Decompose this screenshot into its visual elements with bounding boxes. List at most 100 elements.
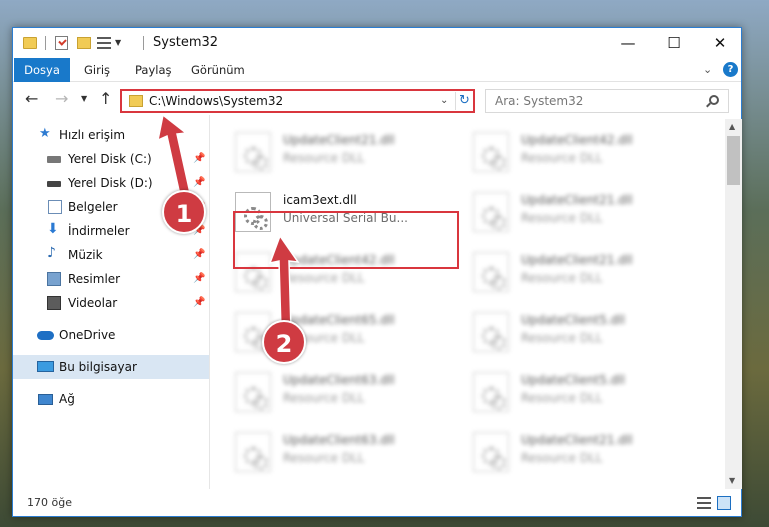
file-item[interactable]: UpdateClient21.dll Resource DLL <box>213 119 443 181</box>
folder-icon[interactable] <box>23 37 37 49</box>
file-name: UpdateClient21.dll <box>521 253 633 267</box>
file-description: Resource DLL <box>521 391 603 405</box>
close-button[interactable]: ✕ <box>697 28 743 58</box>
sidebar-item-label: Müzik <box>68 248 103 262</box>
pin-icon[interactable]: 📌 <box>193 249 205 260</box>
up-arrow-icon[interactable]: ↑ <box>99 89 112 108</box>
file-description: Resource DLL <box>283 271 365 285</box>
file-item[interactable]: UpdateClient42.dll Resource DLL <box>451 119 681 181</box>
large-icons-view-icon[interactable] <box>717 496 731 510</box>
vertical-scrollbar[interactable]: ▲ ▼ <box>725 119 742 489</box>
address-path[interactable]: C:\Windows\System32 <box>149 94 283 108</box>
sidebar-item-label: Ağ <box>59 392 75 406</box>
file-item[interactable]: UpdateClient63.dll Resource DLL <box>213 419 443 481</box>
back-arrow-icon[interactable]: ← <box>25 89 38 108</box>
dll-file-icon <box>473 432 509 472</box>
search-input[interactable]: Ara: System32 <box>485 89 729 113</box>
file-item[interactable]: UpdateClient63.dll Resource DLL <box>213 359 443 421</box>
sidebar-item-onedrive[interactable]: OneDrive <box>13 323 209 347</box>
sidebar-item-label: Belgeler <box>68 200 118 214</box>
file-list: UpdateClient21.dll Resource DLL icam3ext… <box>213 119 723 489</box>
properties-icon[interactable] <box>55 36 68 50</box>
sidebar-item-network[interactable]: Ağ <box>13 387 209 411</box>
toolbar-separator <box>45 36 46 50</box>
sidebar-item-label: İndirmeler <box>68 224 130 238</box>
title-bar: ▼ System32 — ☐ ✕ <box>13 28 741 58</box>
forward-arrow-icon[interactable]: → <box>55 89 68 108</box>
file-name: UpdateClient21.dll <box>521 433 633 447</box>
scrollbar-thumb[interactable] <box>727 136 740 185</box>
file-item[interactable]: UpdateClient21.dll Resource DLL <box>451 179 681 241</box>
sidebar-item-videos[interactable]: Videolar 📌 <box>13 291 209 315</box>
item-count: 170 öğe <box>27 496 72 509</box>
search-placeholder: Ara: System32 <box>495 94 584 108</box>
sidebar-item-this-pc[interactable]: Bu bilgisayar <box>13 355 209 379</box>
pin-icon[interactable]: 📌 <box>193 297 205 308</box>
computer-icon <box>37 361 54 372</box>
view-options-icon[interactable] <box>97 37 111 49</box>
music-note-icon: ♪ <box>47 245 56 261</box>
file-description: Resource DLL <box>283 151 365 165</box>
highlight-box-file <box>233 211 459 269</box>
network-icon <box>38 394 53 405</box>
file-item[interactable]: UpdateClient5.dll Resource DLL <box>451 299 681 361</box>
sidebar-item-local-disk-c[interactable]: Yerel Disk (C:) 📌 <box>13 147 209 171</box>
file-name: UpdateClient63.dll <box>283 373 395 387</box>
file-item[interactable]: UpdateClient65.dll Resource DLL <box>213 299 443 361</box>
sidebar-item-quick-access[interactable]: ★ Hızlı erişim <box>13 123 209 147</box>
step-1-marker: 1 <box>162 190 206 234</box>
file-description: Resource DLL <box>283 391 365 405</box>
tab-file[interactable]: Dosya <box>14 58 70 82</box>
help-icon[interactable]: ? <box>723 62 738 77</box>
pane-divider[interactable] <box>209 115 210 489</box>
dll-file-icon <box>473 372 509 412</box>
minimize-button[interactable]: — <box>605 28 651 58</box>
navigation-bar: ← → ▼ ↑ C:\Windows\System32 ⌄ ↻ Ara: Sys… <box>13 85 741 115</box>
expand-ribbon-icon[interactable]: ⌄ <box>703 63 712 76</box>
file-item[interactable]: UpdateClient5.dll Resource DLL <box>451 359 681 421</box>
recent-locations-icon[interactable]: ▼ <box>81 94 87 103</box>
pin-icon[interactable]: 📌 <box>193 153 205 164</box>
tab-share[interactable]: Paylaş <box>135 58 172 82</box>
file-item[interactable]: UpdateClient21.dll Resource DLL <box>451 419 681 481</box>
tab-home[interactable]: Giriş <box>84 58 110 82</box>
file-name: UpdateClient5.dll <box>521 373 625 387</box>
file-name: UpdateClient21.dll <box>521 193 633 207</box>
pin-icon[interactable]: 📌 <box>193 177 205 188</box>
sidebar-item-pictures[interactable]: Resimler 📌 <box>13 267 209 291</box>
maximize-button[interactable]: ☐ <box>651 28 697 58</box>
pin-icon[interactable]: 📌 <box>193 273 205 284</box>
refresh-icon[interactable]: ↻ <box>455 92 473 110</box>
drive-icon <box>47 156 61 163</box>
star-icon: ★ <box>39 126 51 141</box>
address-dropdown-icon[interactable]: ⌄ <box>440 95 448 106</box>
window-title: System32 <box>153 35 219 50</box>
search-icon[interactable] <box>709 95 719 105</box>
tab-view[interactable]: Görünüm <box>191 58 245 82</box>
scroll-down-icon[interactable]: ▼ <box>729 476 735 485</box>
ribbon-tabs: Dosya Giriş Paylaş Görünüm ⌄ ? <box>13 58 741 82</box>
video-icon <box>47 296 61 310</box>
file-item[interactable]: UpdateClient21.dll Resource DLL <box>451 239 681 301</box>
sidebar-item-music[interactable]: ♪ Müzik 📌 <box>13 243 209 267</box>
details-view-icon[interactable] <box>697 497 711 509</box>
dll-file-icon <box>235 432 271 472</box>
scroll-up-icon[interactable]: ▲ <box>729 122 735 131</box>
dll-file-icon <box>473 132 509 172</box>
navigation-pane: ★ Hızlı erişim Yerel Disk (C:) 📌 Yerel D… <box>13 119 209 489</box>
sidebar-item-label: Yerel Disk (C:) <box>68 152 152 166</box>
sidebar-item-label: Videolar <box>68 296 118 310</box>
document-icon <box>48 200 62 214</box>
step-2-marker: 2 <box>262 320 306 364</box>
file-description: Resource DLL <box>521 271 603 285</box>
address-bar[interactable]: C:\Windows\System32 ⌄ ↻ <box>120 89 475 113</box>
sidebar-item-label: Yerel Disk (D:) <box>68 176 153 190</box>
new-folder-icon[interactable] <box>77 37 91 49</box>
title-separator <box>143 36 144 50</box>
file-description: Resource DLL <box>521 451 603 465</box>
file-name: icam3ext.dll <box>283 193 357 207</box>
folder-icon <box>129 95 143 107</box>
quick-access-dropdown-icon[interactable]: ▼ <box>115 38 121 54</box>
file-description: Resource DLL <box>521 331 603 345</box>
sidebar-item-label: OneDrive <box>59 328 116 342</box>
